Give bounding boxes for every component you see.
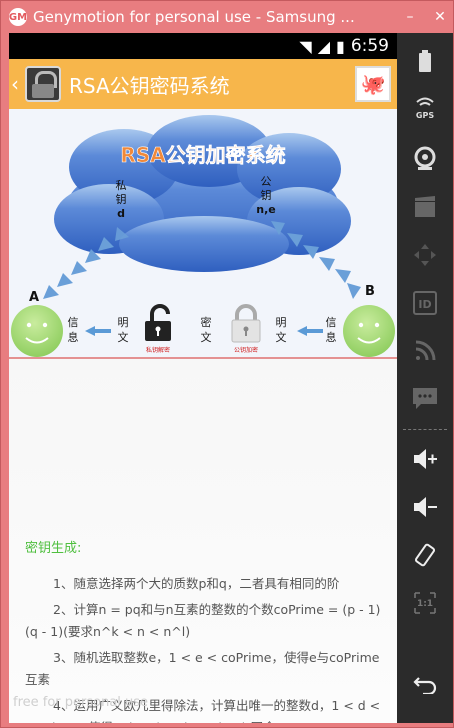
android-screen: ◥ ◢ ▮ 6:59 ‹ RSA公钥密码系统 🐙 RSA公钥加密系统 私 钥 d…	[9, 33, 397, 723]
signal-icon: ◢	[317, 36, 330, 56]
article-body: 密钥生成: 1、随意选择两个大的质数p和q，二者具有相同的阶 2、计算n = p…	[9, 359, 397, 723]
section-title: 密钥生成:	[25, 541, 82, 556]
svg-text:GPS: GPS	[416, 111, 434, 120]
app-lock-icon[interactable]	[25, 66, 61, 102]
network-widget-icon[interactable]	[397, 329, 453, 373]
encrypt-caption: 公钥加密	[234, 346, 258, 354]
step-3: 3、随机选取整数e，1 < e < coPrime，使得e与coPrime互素	[25, 650, 380, 687]
left-info-char-2: 息	[68, 330, 79, 344]
window-titlebar: GM Genymotion for personal use - Samsung…	[1, 1, 454, 33]
sms-widget-icon[interactable]	[397, 377, 453, 421]
rsa-diagram-graphic: RSA公钥加密系统 私 钥 d 公 钥 n,e A B 信 息 明 文 密 文 …	[9, 115, 397, 359]
svg-text:1:1: 1:1	[417, 599, 433, 609]
node-a-label: A	[29, 290, 39, 305]
public-key-char-1: 公	[261, 175, 272, 188]
back-arrow-icon[interactable]: ‹	[11, 72, 23, 96]
diagram-title: RSA公钥加密系统	[120, 143, 285, 167]
cipher-char-1: 密	[201, 315, 212, 329]
id-widget-icon[interactable]: ID	[397, 281, 453, 325]
right-plain-char-1: 明	[276, 316, 287, 329]
minimize-button[interactable]: –	[395, 1, 425, 33]
rsa-diagram: RSA公钥加密系统 私 钥 d 公 钥 n,e A B 信 息 明 文 密 文 …	[9, 109, 397, 359]
watermark: free for personal use	[13, 695, 149, 710]
step-2: 2、计算n = pq和与n互素的整数的个数coPrime = (p - 1)(q…	[25, 602, 381, 639]
rotate-button[interactable]	[397, 533, 453, 577]
node-b-label: B	[365, 284, 375, 299]
step-1: 1、随意选择两个大的质数p和q，二者具有相同的阶	[53, 576, 340, 591]
smiley-b-icon	[343, 305, 395, 357]
screencast-widget-icon[interactable]	[397, 185, 453, 229]
right-info-char-1: 信	[326, 316, 337, 329]
dpad-widget-icon[interactable]	[397, 233, 453, 277]
private-key-symbol: d	[117, 207, 125, 220]
status-bar: ◥ ◢ ▮ 6:59	[9, 33, 397, 59]
battery-icon: ▮	[336, 36, 345, 56]
public-key-symbol: n,e	[256, 203, 275, 216]
webcam-widget-icon[interactable]	[397, 137, 453, 181]
volume-down-button[interactable]	[397, 485, 453, 529]
sidebar-divider	[403, 429, 447, 430]
battery-widget-icon[interactable]	[397, 39, 453, 83]
main-content: RSA公钥加密系统 私 钥 d 公 钥 n,e A B 信 息 明 文 密 文 …	[9, 109, 397, 723]
back-button[interactable]	[397, 663, 453, 707]
open-padlock-icon	[145, 304, 171, 341]
genymotion-sidebar: GPS ID 1:1	[397, 33, 453, 723]
window-title: Genymotion for personal use - Samsung ..…	[33, 8, 355, 26]
genymotion-window: GM Genymotion for personal use - Samsung…	[0, 0, 454, 728]
app-title: RSA公钥密码系统	[69, 73, 230, 98]
svg-text:ID: ID	[418, 298, 431, 311]
private-key-char-1: 私	[116, 179, 127, 192]
profile-avatar[interactable]: 🐙	[355, 66, 391, 102]
left-plain-char-1: 明	[118, 316, 129, 329]
private-key-char-2: 钥	[116, 192, 127, 206]
genymotion-logo-icon: GM	[9, 8, 27, 26]
wifi-icon: ◥	[299, 36, 312, 56]
clock: 6:59	[350, 36, 389, 56]
gps-widget-icon[interactable]: GPS	[397, 85, 453, 129]
decrypt-caption: 私钥解密	[146, 346, 170, 354]
volume-up-button[interactable]	[397, 437, 453, 481]
cipher-char-2: 文	[201, 330, 212, 344]
left-info-char-1: 信	[68, 316, 79, 329]
public-key-char-2: 钥	[261, 188, 272, 202]
close-button[interactable]: ✕	[425, 1, 454, 33]
closed-padlock-icon	[231, 304, 261, 343]
right-info-char-2: 息	[326, 330, 337, 344]
left-plain-char-2: 文	[118, 330, 129, 344]
scale-button[interactable]: 1:1	[397, 581, 453, 625]
app-bar: ‹ RSA公钥密码系统 🐙	[9, 59, 397, 109]
right-plain-char-2: 文	[276, 330, 287, 344]
smiley-a-icon	[11, 305, 63, 357]
